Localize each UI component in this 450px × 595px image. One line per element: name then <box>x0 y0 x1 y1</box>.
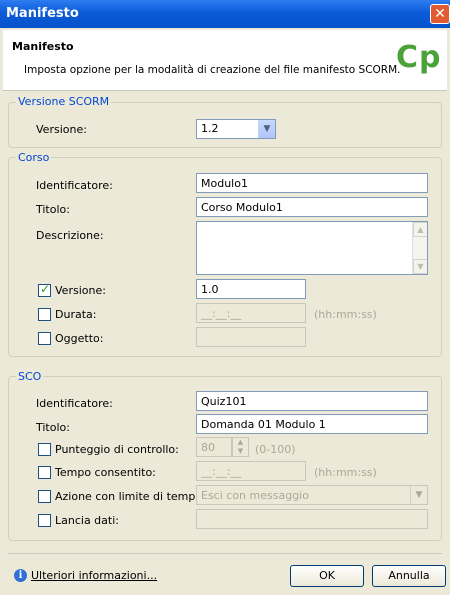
course-version-input[interactable]: 1.0 <box>196 279 306 299</box>
close-button[interactable]: ✕ <box>430 4 450 24</box>
course-duration-checkbox[interactable] <box>38 308 51 321</box>
chevron-down-icon[interactable]: ▼ <box>258 120 275 138</box>
sco-launch-label: Lancia dati: <box>55 514 119 527</box>
scorm-version-legend: Versione SCORM <box>16 95 112 108</box>
sco-identifier-input[interactable]: Quiz101 <box>196 391 428 411</box>
sco-score-input: 80 <box>196 437 232 457</box>
course-description-textarea[interactable]: ▲ ▼ <box>196 221 428 275</box>
sco-title-label: Titolo: <box>36 421 70 434</box>
sco-time-input: __:__:__ <box>196 461 306 481</box>
action-chevron-down-icon: ▼ <box>410 486 427 504</box>
header-title: Manifesto <box>12 40 74 53</box>
course-description-label: Descrizione: <box>36 229 104 242</box>
course-duration-input: __:__:__ <box>196 303 306 323</box>
course-duration-hint: (hh:mm:ss) <box>314 308 377 321</box>
course-version-label: Versione: <box>55 284 106 297</box>
cancel-button[interactable]: Annulla <box>372 565 446 587</box>
course-identifier-label: Identificatore: <box>36 179 113 192</box>
title-bar: Manifesto <box>0 0 450 28</box>
more-info-link[interactable]: Ulteriori informazioni... <box>31 569 157 582</box>
window-title: Manifesto <box>6 6 79 21</box>
course-legend: Corso <box>16 151 52 164</box>
course-object-label: Oggetto: <box>55 332 104 345</box>
sco-score-hint: (0-100) <box>255 443 296 456</box>
sco-identifier-label: Identificatore: <box>36 397 113 410</box>
footer-separator <box>8 553 442 554</box>
sco-action-label: Azione con limite di tempo: <box>55 490 206 503</box>
spin-arrows-icon: ▲ ▼ <box>232 437 249 457</box>
course-object-input <box>196 327 306 347</box>
sco-action-select: Esci con messaggio <box>196 485 428 505</box>
scorm-version-value: 1.2 <box>201 122 219 135</box>
sco-action-checkbox[interactable] <box>38 490 51 503</box>
sco-time-label: Tempo consentito: <box>55 466 156 479</box>
course-version-checkbox[interactable] <box>38 282 51 297</box>
sco-time-hint: (hh:mm:ss) <box>314 466 377 479</box>
scroll-down-icon[interactable]: ▼ <box>413 259 427 274</box>
sco-score-label: Punteggio di controllo: <box>55 443 179 456</box>
sco-legend: SCO <box>16 370 44 383</box>
course-identifier-input[interactable]: Modulo1 <box>196 173 428 193</box>
header-subtitle: Imposta opzione per la modalità di creaz… <box>24 64 401 76</box>
sco-score-checkbox[interactable] <box>38 443 51 456</box>
course-duration-label: Durata: <box>55 308 97 321</box>
sco-time-checkbox[interactable] <box>38 466 51 479</box>
scorm-version-label: Versione: <box>36 123 87 136</box>
description-scrollbar[interactable]: ▲ ▼ <box>412 222 427 274</box>
captivate-logo: Cp <box>396 40 442 75</box>
course-title-input[interactable]: Corso Modulo1 <box>196 197 428 217</box>
course-title-label: Titolo: <box>36 203 70 216</box>
sco-title-input[interactable]: Domanda 01 Modulo 1 <box>196 414 428 434</box>
sco-launch-checkbox[interactable] <box>38 514 51 527</box>
scroll-up-icon[interactable]: ▲ <box>413 222 427 237</box>
info-icon[interactable]: i <box>14 569 27 582</box>
sco-launch-input <box>196 509 428 529</box>
ok-button[interactable]: OK <box>290 565 364 587</box>
course-object-checkbox[interactable] <box>38 332 51 345</box>
